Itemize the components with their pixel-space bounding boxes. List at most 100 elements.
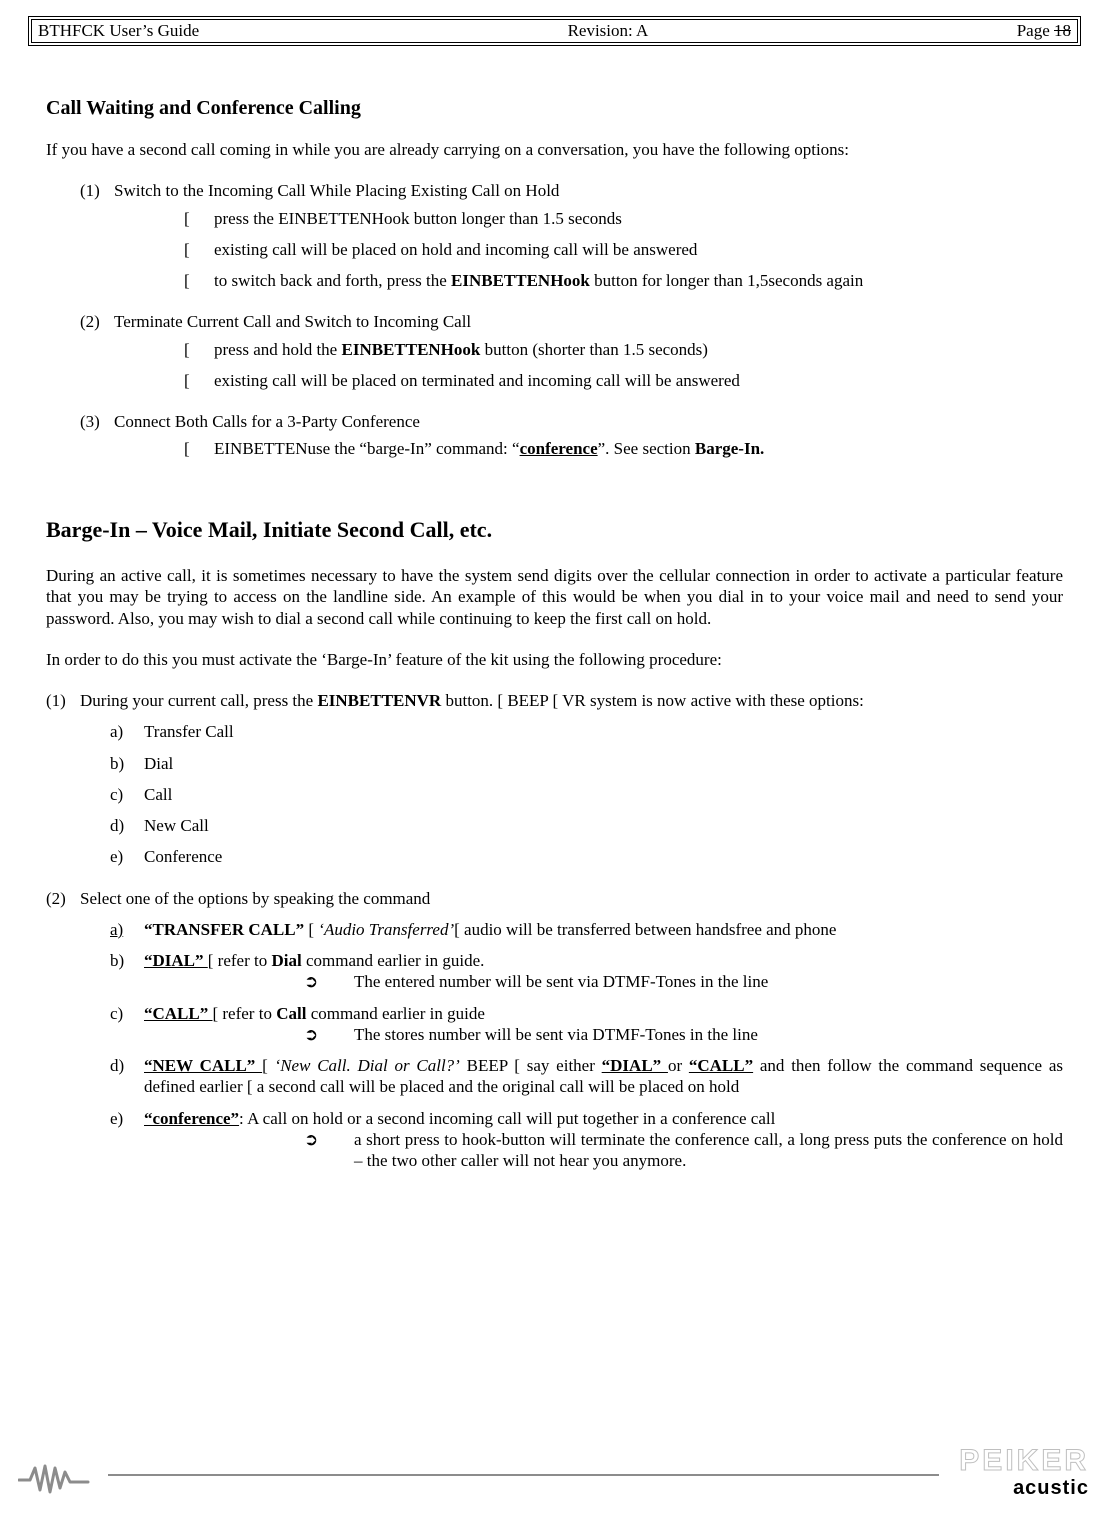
item-text: Dial [144,754,173,773]
step-2-num: (2) [46,888,66,909]
arrow-icon: ➲ [304,1129,318,1150]
item-text: Conference [144,847,222,866]
option-3-num: (3) [80,411,100,432]
text: [ [262,1056,274,1075]
arrow-icon: ➲ [304,1024,318,1045]
option-1-text: Switch to the Incoming Call While Placin… [114,181,559,200]
item-label: b) [110,950,124,971]
footer: PEIKER acustic [0,1446,1109,1506]
item-label: e) [110,846,123,867]
step-1: (1) During your current call, press the … [46,690,1063,868]
item-label: d) [110,1055,124,1076]
sub-note: ➲ The stores number will be sent via DTM… [304,1024,1063,1045]
footer-rule [18,1474,939,1476]
text: BEEP [ say either [460,1056,602,1075]
cmd-bold-underline: “DIAL” [144,951,208,970]
header-right: Page 18 [1017,20,1071,42]
list-item: c) Call [110,784,1063,805]
item-label: c) [110,1003,123,1024]
item-label: d) [110,815,124,836]
text-italic: ‘New Call. Dial or Call?’ [275,1056,460,1075]
sub-note: ➲ a short press to hook-button will term… [304,1129,1063,1172]
barge-in-steps: (1) During your current call, press the … [46,690,1063,1171]
option-2-bullets: press and hold the EINBETTENHook button … [184,339,1063,392]
header-bar: BTHFCK User’s Guide Revision: A Page 18 [28,16,1081,46]
bullet-bold: EINBETTENHook [341,340,480,359]
text-bold: EINBETTENVR [317,691,441,710]
text-bold: Dial [271,951,301,970]
cmd-bold-underline: “conference” [144,1109,239,1128]
call-waiting-options: (1) Switch to the Incoming Call While Pl… [80,180,1063,459]
list-item: b) “DIAL” [ refer to Dial command earlie… [110,950,1063,993]
note-text: The entered number will be sent via DTMF… [354,972,768,991]
bullet: to switch back and forth, press the EINB… [184,270,1063,291]
list-item: a) “TRANSFER CALL” [ ‘Audio Transferred’… [110,919,1063,940]
cmd-bold-underline: “CALL” [689,1056,753,1075]
section-title-barge-in: Barge-In – Voice Mail, Initiate Second C… [46,516,1063,544]
bullet: press and hold the EINBETTENHook button … [184,339,1063,360]
brand-name: PEIKER [959,1446,1089,1476]
option-3-text: Connect Both Calls for a 3-Party Confere… [114,412,420,431]
text-italic: ‘Audio Transferred’ [318,920,454,939]
item-label: e) [110,1108,123,1129]
content: Call Waiting and Conference Calling If y… [28,46,1081,1171]
bullet-text: to switch back and forth, press the [214,271,451,290]
item-label: a) [110,919,123,940]
option-3-bullets: EINBETTENuse the “barge-In” command: “co… [184,438,1063,459]
text: command earlier in guide. [302,951,485,970]
page-label: Page [1017,21,1054,40]
bullet-bold: EINBETTENHook [451,271,590,290]
section-title-call-waiting: Call Waiting and Conference Calling [46,96,1063,121]
text: [ audio will be transferred between hand… [454,920,836,939]
brand-logo: PEIKER acustic [959,1446,1089,1498]
note-text: a short press to hook-button will termin… [354,1130,1063,1170]
cmd-bold: “TRANSFER CALL” [144,920,304,939]
option-2: (2) Terminate Current Call and Switch to… [80,311,1063,391]
text: [ refer to [212,1004,276,1023]
step-2: (2) Select one of the options by speakin… [46,888,1063,1172]
list-item: e) Conference [110,846,1063,867]
option-3: (3) Connect Both Calls for a 3-Party Con… [80,411,1063,460]
header-left: BTHFCK User’s Guide [38,20,199,42]
bullet: EINBETTENuse the “barge-In” command: “co… [184,438,1063,459]
bullet-text: EINBETTENuse the “barge-In” command: “ [214,439,520,458]
section1-intro: If you have a second call coming in whil… [46,139,1063,160]
list-item: d) New Call [110,815,1063,836]
arrow-icon: ➲ [304,971,318,992]
brand-sub: acustic [959,1478,1089,1498]
list-item: a)Transfer Call [110,721,1063,742]
page-num-strike: 18 [1054,21,1071,40]
item-label: a) [110,721,123,742]
bullet-text: ”. See section [598,439,695,458]
sub-note: ➲ The entered number will be sent via DT… [304,971,1063,992]
option-1: (1) Switch to the Incoming Call While Pl… [80,180,1063,291]
item-text: Call [144,785,172,804]
bullet-text: press and hold the [214,340,341,359]
bullet-text: button (shorter than 1.5 seconds) [480,340,708,359]
step-2-options: a) “TRANSFER CALL” [ ‘Audio Transferred’… [110,919,1063,1172]
item-label: c) [110,784,123,805]
heartbeat-icon [18,1460,108,1494]
list-item: d) “NEW CALL” [ ‘New Call. Dial or Call?… [110,1055,1063,1098]
item-text: New Call [144,816,209,835]
list-item: e) “conference”: A call on hold or a sec… [110,1108,1063,1172]
bullet-bold: Barge-In. [695,439,764,458]
text: or [668,1056,689,1075]
bullet: existing call will be placed on terminat… [184,370,1063,391]
cmd-bold-underline: “NEW CALL” [144,1056,262,1075]
step-1-options: a)Transfer Call b)Dial c) Call d) New Call… [110,721,1063,867]
barge-in-para2: In order to do this you must activate th… [46,649,1063,670]
option-1-bullets: press the EINBETTENHook button longer th… [184,208,1063,292]
option-2-num: (2) [80,311,100,332]
list-item: b)Dial [110,753,1063,774]
text: [ refer to [208,951,272,970]
cmd-bold-underline: “CALL” [144,1004,212,1023]
text: During your current call, press the [80,691,317,710]
bullet: existing call will be placed on hold and… [184,239,1063,260]
header-center: Revision: A [568,20,649,42]
bullet-bold-underline: conference [520,439,598,458]
barge-in-para1: During an active call, it is sometimes n… [46,565,1063,629]
option-1-num: (1) [80,180,100,201]
text: [ [304,920,318,939]
note-text: The stores number will be sent via DTMF-… [354,1025,758,1044]
